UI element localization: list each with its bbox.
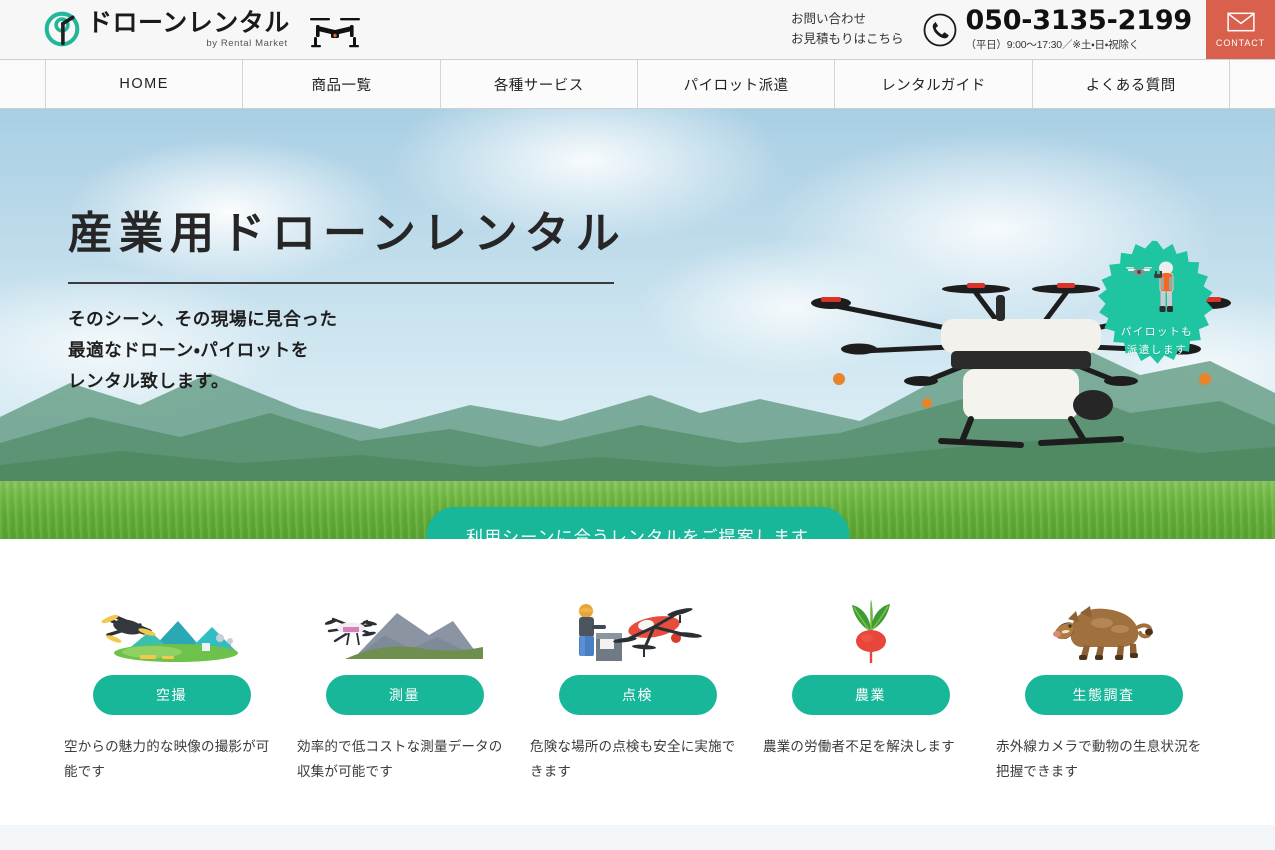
hero-lead-line-3: レンタル致します。 bbox=[68, 370, 230, 391]
quadcopter-icon bbox=[310, 18, 360, 48]
inspection-worker-red-drone-icon bbox=[530, 601, 745, 663]
category-desc-survey: 効率的で低コストな測量データの収集が可能です bbox=[297, 739, 503, 779]
category-ecology-survey[interactable]: 生態調査 赤外線カメラで動物の生息状況を把握できます bbox=[987, 601, 1220, 785]
contact-line-1: お問い合わせ bbox=[791, 12, 867, 27]
lower-card-section bbox=[0, 824, 1275, 850]
hero-lead-line-1: そのシーン、その現場に見合った bbox=[68, 308, 338, 329]
category-label-inspection[interactable]: 点検 bbox=[558, 675, 717, 715]
phone-number[interactable]: 050-3135-2199 bbox=[966, 6, 1193, 35]
site-logo[interactable]: ドローンレンタル by Rental Market bbox=[44, 8, 360, 49]
contact-button-label: CONTACT bbox=[1215, 37, 1266, 48]
contact-button[interactable]: CONTACT bbox=[1206, 0, 1275, 59]
aerial-photography-drone-mountains-icon bbox=[64, 601, 279, 663]
category-label-aerial[interactable]: 空撮 bbox=[92, 675, 251, 715]
badge-line-2: 派遣します bbox=[1126, 343, 1188, 356]
category-desc-agriculture: 農業の労働者不足を解決します bbox=[763, 739, 955, 754]
main-navigation: HOME 商品一覧 各種サービス パイロット派遣 レンタルガイド よくある質問 bbox=[0, 59, 1275, 109]
hero-copy-block: 産業用ドローンレンタル そのシーン、その現場に見合った 最適なドローン・パイロッ… bbox=[68, 208, 627, 397]
category-aerial-photography[interactable]: 空撮 空からの魅力的な映像の撮影が可能です bbox=[55, 601, 288, 785]
category-label-survey[interactable]: 測量 bbox=[325, 675, 484, 715]
use-case-categories: 空撮 空からの魅力的な映像の撮影が可能です 測量 効率的で低コストな測量データの… bbox=[0, 539, 1275, 825]
hero-divider bbox=[68, 281, 614, 284]
category-desc-ecology: 赤外線カメラで動物の生息状況を把握できます bbox=[996, 739, 1202, 779]
hero-banner: パイロットも 派遣します 産業用ドローンレンタル そのシーン、その現場に見合った… bbox=[0, 109, 1275, 539]
card-row bbox=[55, 825, 1220, 850]
category-agriculture[interactable]: 農業 農業の労働者不足を解決します bbox=[754, 599, 987, 785]
badge-line-1: パイロットも bbox=[1120, 326, 1194, 339]
nav-item-home[interactable]: HOME bbox=[45, 60, 244, 108]
category-desc-aerial: 空からの魅力的な映像の撮影が可能です bbox=[64, 739, 270, 779]
hero-title: 産業用ドローンレンタル bbox=[68, 208, 627, 259]
agriculture-radish-icon bbox=[763, 599, 978, 663]
site-header: ドローンレンタル by Rental Market お問い合わせ お見積もりはこ… bbox=[0, 0, 1275, 59]
nav-item-products[interactable]: 商品一覧 bbox=[243, 60, 441, 108]
category-label-ecology[interactable]: 生態調査 bbox=[1024, 675, 1183, 715]
hero-lead-line-2: 最適なドローン・パイロットを bbox=[68, 339, 309, 360]
contact-invite-text: お問い合わせ お見積もりはこちら bbox=[791, 10, 904, 49]
mail-envelope-icon bbox=[1226, 12, 1255, 31]
hero-lead-text: そのシーン、その現場に見合った 最適なドローン・パイロットを レンタル致します。 bbox=[68, 304, 627, 397]
category-label-agriculture[interactable]: 農業 bbox=[791, 675, 950, 715]
survey-drone-gray-mountain-icon bbox=[297, 601, 512, 663]
drone-logo-mark-icon bbox=[44, 11, 80, 47]
nav-item-services[interactable]: 各種サービス bbox=[440, 60, 638, 108]
logo-title: ドローンレンタル bbox=[87, 8, 290, 37]
telephone-block[interactable]: 050-3135-2199 （平日）9:00〜17:30／※土・日・祝除く bbox=[922, 6, 1193, 52]
logo-subtitle: by Rental Market bbox=[206, 38, 288, 49]
category-desc-inspection: 危険な場所の点検も安全に実施できます bbox=[530, 739, 736, 779]
header-contact-area: お問い合わせ お見積もりはこちら 050-3135-2199 （平日）9:00〜… bbox=[791, 0, 1275, 59]
category-inspection[interactable]: 点検 危険な場所の点検も安全に実施できます bbox=[521, 601, 754, 785]
pilot-dispatch-badge[interactable]: パイロットも 派遣します bbox=[1087, 239, 1227, 379]
nav-item-pilot-dispatch[interactable]: パイロット派遣 bbox=[637, 60, 836, 108]
nav-item-faq[interactable]: よくある質問 bbox=[1032, 60, 1230, 108]
wild-boar-icon bbox=[996, 601, 1211, 663]
category-survey[interactable]: 測量 効率的で低コストな測量データの収集が可能です bbox=[288, 601, 521, 785]
nav-item-rental-guide[interactable]: レンタルガイド bbox=[835, 60, 1033, 108]
phone-circle-icon bbox=[923, 13, 956, 46]
hero-cta-button[interactable]: 利用シーンに合うレンタルをご提案します bbox=[425, 507, 850, 539]
phone-hours: （平日）9:00〜17:30／※土・日・祝除く bbox=[965, 39, 1140, 52]
contact-line-2: お見積もりはこちら bbox=[791, 31, 904, 46]
